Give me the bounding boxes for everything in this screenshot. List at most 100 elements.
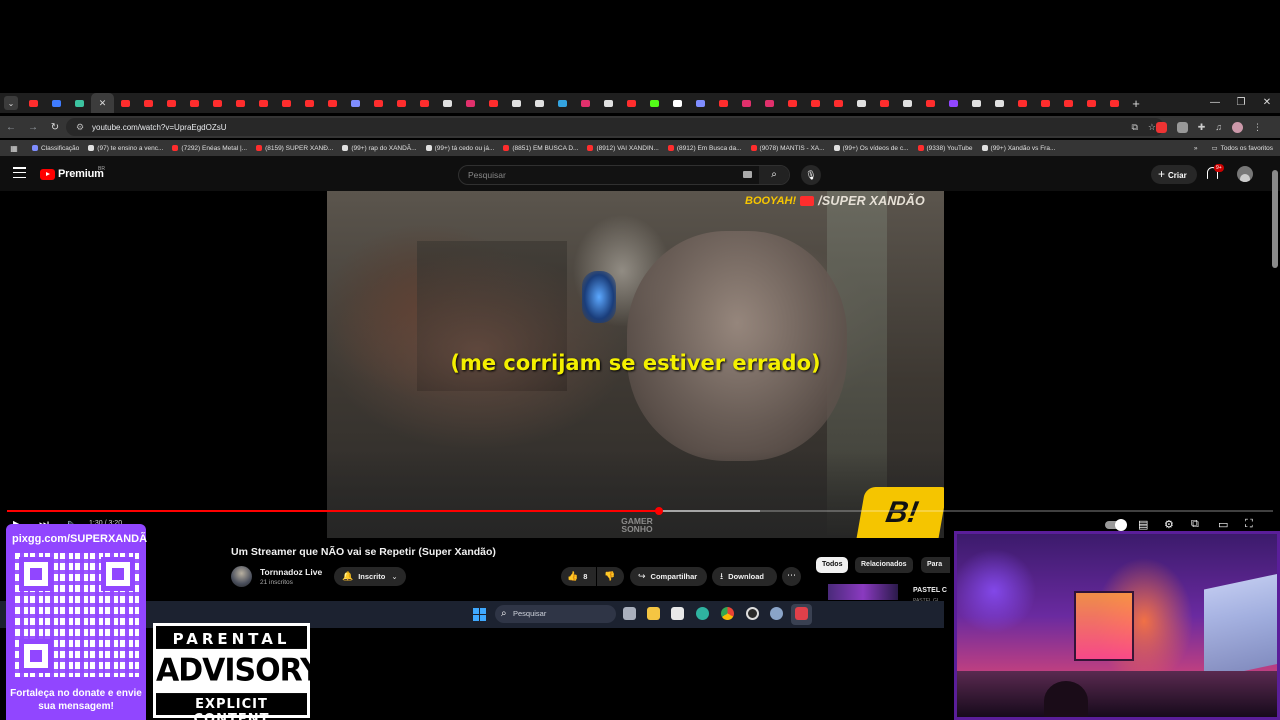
extension-red-icon[interactable]: [1155, 121, 1167, 133]
edge-icon[interactable]: [696, 607, 709, 620]
browser-tab[interactable]: [781, 93, 804, 113]
bookmark-item[interactable]: (9078) MANTIS - XA...: [750, 145, 825, 152]
browser-tab[interactable]: [965, 93, 988, 113]
stream-app-icon[interactable]: [795, 607, 808, 620]
share-button[interactable]: ↪ Compartilhar: [630, 567, 707, 586]
bookmark-item[interactable]: (99+) Xandão vs Fra...: [981, 145, 1055, 152]
autoplay-toggle[interactable]: [1105, 519, 1127, 531]
store-icon[interactable]: [671, 607, 684, 620]
tab-search-button[interactable]: ⌄: [4, 96, 18, 110]
browser-tab[interactable]: [321, 93, 344, 113]
notifications-button[interactable]: 9+: [1207, 164, 1224, 181]
browser-tab[interactable]: [183, 93, 206, 113]
browser-tab[interactable]: [1080, 93, 1103, 113]
browser-tab[interactable]: [160, 93, 183, 113]
search-button[interactable]: ⌕: [759, 166, 789, 184]
browser-tab[interactable]: ✕: [91, 93, 114, 113]
profile-avatar-icon[interactable]: [1232, 121, 1243, 133]
browser-tab[interactable]: [206, 93, 229, 113]
close-window-button[interactable]: ✕: [1254, 93, 1280, 113]
browser-tab[interactable]: [804, 93, 827, 113]
browser-tab[interactable]: [873, 93, 896, 113]
browser-tab[interactable]: [942, 93, 965, 113]
chip-related[interactable]: Relacionados: [855, 557, 913, 573]
browser-tab[interactable]: [390, 93, 413, 113]
browser-tab[interactable]: [666, 93, 689, 113]
browser-tab[interactable]: [597, 93, 620, 113]
browser-tab[interactable]: [896, 93, 919, 113]
browser-tab[interactable]: [505, 93, 528, 113]
like-button[interactable]: 👍 8: [561, 567, 596, 586]
video-progress-bar[interactable]: [7, 507, 1273, 515]
browser-tab[interactable]: [137, 93, 160, 113]
browser-tab[interactable]: [298, 93, 321, 113]
voice-search-button[interactable]: 🎙: [801, 165, 821, 185]
subtitles-icon[interactable]: ▤: [1138, 518, 1148, 531]
miniplayer-icon[interactable]: ⧉: [1191, 518, 1199, 531]
install-app-icon[interactable]: ⧉: [1131, 122, 1137, 133]
chrome-icon[interactable]: [721, 607, 734, 620]
browser-tab[interactable]: [22, 93, 45, 113]
menu-icon[interactable]: [13, 167, 26, 179]
bookmark-item[interactable]: (97) te ensino a venc...: [88, 145, 163, 152]
obs-icon[interactable]: [746, 607, 759, 620]
browser-tab[interactable]: [45, 93, 68, 113]
browser-tab[interactable]: [1103, 93, 1126, 113]
browser-tab[interactable]: [827, 93, 850, 113]
bookmark-item[interactable]: (8159) SUPER XANĐ...: [256, 145, 333, 152]
browser-tab[interactable]: [712, 93, 735, 113]
browser-tab[interactable]: [114, 93, 137, 113]
channel-avatar[interactable]: [231, 566, 252, 587]
apps-grid-icon[interactable]: ▦: [4, 144, 24, 153]
page-scrollbar[interactable]: [1272, 170, 1278, 268]
task-view-icon[interactable]: [623, 607, 636, 620]
account-avatar[interactable]: [1237, 166, 1253, 182]
browser-tab[interactable]: [574, 93, 597, 113]
bookmark-item[interactable]: (9338) YouTube: [917, 145, 973, 152]
youtube-logo[interactable]: Premium: [40, 168, 104, 180]
browser-tab[interactable]: [344, 93, 367, 113]
address-bar[interactable]: ⚙ youtube.com/watch?v=UpraEgdOZsU ⧉ ☆: [66, 118, 1164, 136]
browser-tab[interactable]: [436, 93, 459, 113]
more-actions-button[interactable]: ⋯: [782, 567, 801, 586]
extension-gray-icon[interactable]: [1176, 121, 1188, 133]
browser-tab[interactable]: [459, 93, 482, 113]
browser-tab[interactable]: [735, 93, 758, 113]
new-tab-button[interactable]: +: [1126, 96, 1146, 111]
bookmark-item[interactable]: (99+) tá cedo ou já...: [425, 145, 494, 152]
browser-tab[interactable]: [643, 93, 666, 113]
browser-tab[interactable]: [1034, 93, 1057, 113]
next-video-title[interactable]: PASTEL C: [913, 587, 947, 594]
browser-tab[interactable]: [413, 93, 436, 113]
forward-button[interactable]: →: [22, 122, 44, 133]
taskbar-search[interactable]: Pesquisar: [495, 605, 616, 623]
media-controls-icon[interactable]: ♫: [1215, 122, 1222, 132]
browser-tab[interactable]: [252, 93, 275, 113]
browser-tab[interactable]: [689, 93, 712, 113]
browser-tab[interactable]: [919, 93, 942, 113]
all-bookmarks-button[interactable]: » ▭ Todos os favoritos: [1194, 140, 1273, 156]
browser-tab[interactable]: [1057, 93, 1080, 113]
dislike-button[interactable]: 👎: [597, 567, 624, 586]
channel-name[interactable]: Tornnadoz Live: [260, 567, 322, 577]
bookmark-item[interactable]: (8851) EM BUSCA D...: [503, 145, 578, 152]
chip-for-you[interactable]: Para: [921, 557, 951, 573]
browser-tab[interactable]: [275, 93, 298, 113]
back-button[interactable]: ←: [0, 122, 22, 133]
download-button[interactable]: ⭳ Download: [712, 567, 777, 586]
fullscreen-icon[interactable]: ⛶: [1245, 518, 1253, 531]
subscribed-button[interactable]: 🔔 Inscrito ⌄: [334, 567, 406, 586]
browser-tab[interactable]: [1011, 93, 1034, 113]
browser-tab[interactable]: [620, 93, 643, 113]
browser-tab[interactable]: [551, 93, 574, 113]
next-video-thumbnail[interactable]: [828, 584, 898, 600]
settings-icon[interactable]: [770, 607, 783, 620]
browser-tab[interactable]: [229, 93, 252, 113]
chip-all[interactable]: Todos: [816, 557, 849, 573]
browser-tab[interactable]: [367, 93, 390, 113]
browser-tab[interactable]: [850, 93, 873, 113]
search-input[interactable]: Pesquisar: [459, 166, 755, 184]
bookmark-item[interactable]: (99+) rap do XANDÃ...: [342, 145, 417, 152]
bookmark-item[interactable]: (8912) VAI XANDIN...: [587, 145, 659, 152]
bookmark-item[interactable]: (7292) Enéas Metal |...: [172, 145, 247, 152]
